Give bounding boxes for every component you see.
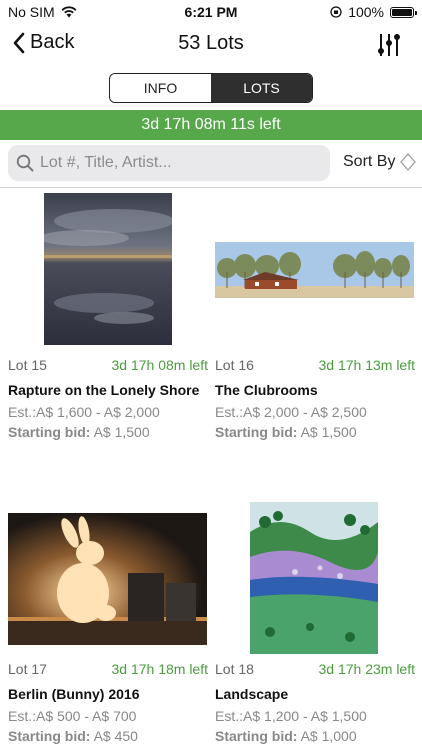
- battery-percent: 100%: [348, 4, 384, 20]
- lot-title: Berlin (Bunny) 2016: [8, 686, 140, 702]
- lot-image[interactable]: [215, 497, 415, 657]
- lot-image[interactable]: [8, 497, 208, 657]
- battery-icon: [390, 6, 417, 18]
- estimate-value: A$ 2,000 - A$ 2,500: [243, 404, 367, 420]
- starting-bid-label: Starting bid:: [8, 424, 91, 440]
- lot-image[interactable]: [215, 193, 415, 353]
- sort-diamond-icon: [400, 153, 417, 171]
- tab-info[interactable]: INFO: [110, 74, 211, 102]
- lot-starting-bid: Starting bid: A$ 1,500: [8, 424, 208, 440]
- orientation-lock-icon: [330, 6, 342, 18]
- farmhouse-photo: [215, 242, 414, 298]
- lot-estimate: Est.:A$ 1,600 - A$ 2,000: [8, 404, 208, 420]
- lot-starting-bid: Starting bid: A$ 1,000: [215, 728, 415, 744]
- estimate-label: Est.:: [215, 708, 244, 724]
- lot-number: Lot 15: [8, 357, 47, 373]
- lot-estimate: Est.:A$ 500 - A$ 700: [8, 708, 208, 724]
- lot-number: Lot 17: [8, 661, 47, 677]
- lot-number: Lot 16: [215, 357, 254, 373]
- starting-bid-value: A$ 450: [93, 728, 138, 744]
- lot-card[interactable]: Lot 15 3d 17h 08m left Rapture on the Lo…: [8, 193, 208, 440]
- estimate-label: Est.:: [8, 404, 37, 420]
- sort-by-button[interactable]: Sort By: [343, 152, 417, 172]
- lot-card[interactable]: Lot 18 3d 17h 23m left Landscape Est.:A$…: [215, 497, 415, 744]
- lot-title: The Clubrooms: [215, 382, 318, 398]
- lot-card[interactable]: Lot 17 3d 17h 18m left Berlin (Bunny) 20…: [8, 497, 208, 744]
- search-icon: [16, 154, 34, 172]
- starting-bid-value: A$ 1,500: [93, 424, 150, 440]
- lot-estimate: Est.:A$ 2,000 - A$ 2,500: [215, 404, 415, 420]
- status-bar: No SIM 6:21 PM 100%: [0, 0, 422, 24]
- estimate-value: A$ 1,600 - A$ 2,000: [36, 404, 160, 420]
- auction-countdown-banner: 3d 17h 08m 11s left: [0, 110, 422, 140]
- lot-time-left: 3d 17h 23m left: [318, 661, 415, 677]
- estimate-label: Est.:: [8, 708, 37, 724]
- lot-estimate: Est.:A$ 1,200 - A$ 1,500: [215, 708, 415, 724]
- page-title: 53 Lots: [178, 32, 244, 54]
- lot-number: Lot 18: [215, 661, 254, 677]
- bunny-lamp-photo: [8, 513, 207, 645]
- starting-bid-label: Starting bid:: [8, 728, 91, 744]
- search-bar[interactable]: [8, 145, 330, 181]
- nav-bar: Back 53 Lots: [0, 24, 422, 66]
- lot-starting-bid: Starting bid: A$ 1,500: [215, 424, 415, 440]
- landscape-painting: [250, 502, 378, 654]
- lot-image[interactable]: [8, 193, 208, 353]
- lot-title: Landscape: [215, 686, 289, 702]
- starting-bid-label: Starting bid:: [215, 728, 298, 744]
- filter-sliders-icon[interactable]: [374, 30, 404, 60]
- starting-bid-value: A$ 1,500: [300, 424, 357, 440]
- segmented-control: INFO LOTS: [109, 73, 313, 103]
- lot-time-left: 3d 17h 18m left: [111, 661, 208, 677]
- sort-by-label: Sort By: [343, 153, 396, 170]
- lot-card[interactable]: Lot 16 3d 17h 13m left The Clubrooms Est…: [215, 193, 415, 440]
- starting-bid-value: A$ 1,000: [300, 728, 357, 744]
- search-input[interactable]: [40, 154, 320, 172]
- lot-title: Rapture on the Lonely Shore: [8, 382, 200, 398]
- lot-starting-bid: Starting bid: A$ 450: [8, 728, 208, 744]
- tab-lots[interactable]: LOTS: [211, 74, 312, 102]
- estimate-label: Est.:: [215, 404, 244, 420]
- seascape-painting: [44, 193, 172, 345]
- lot-time-left: 3d 17h 13m left: [318, 357, 415, 373]
- divider: [0, 187, 422, 188]
- lot-time-left: 3d 17h 08m left: [111, 357, 208, 373]
- estimate-value: A$ 500 - A$ 700: [36, 708, 137, 724]
- estimate-value: A$ 1,200 - A$ 1,500: [243, 708, 367, 724]
- starting-bid-label: Starting bid:: [215, 424, 298, 440]
